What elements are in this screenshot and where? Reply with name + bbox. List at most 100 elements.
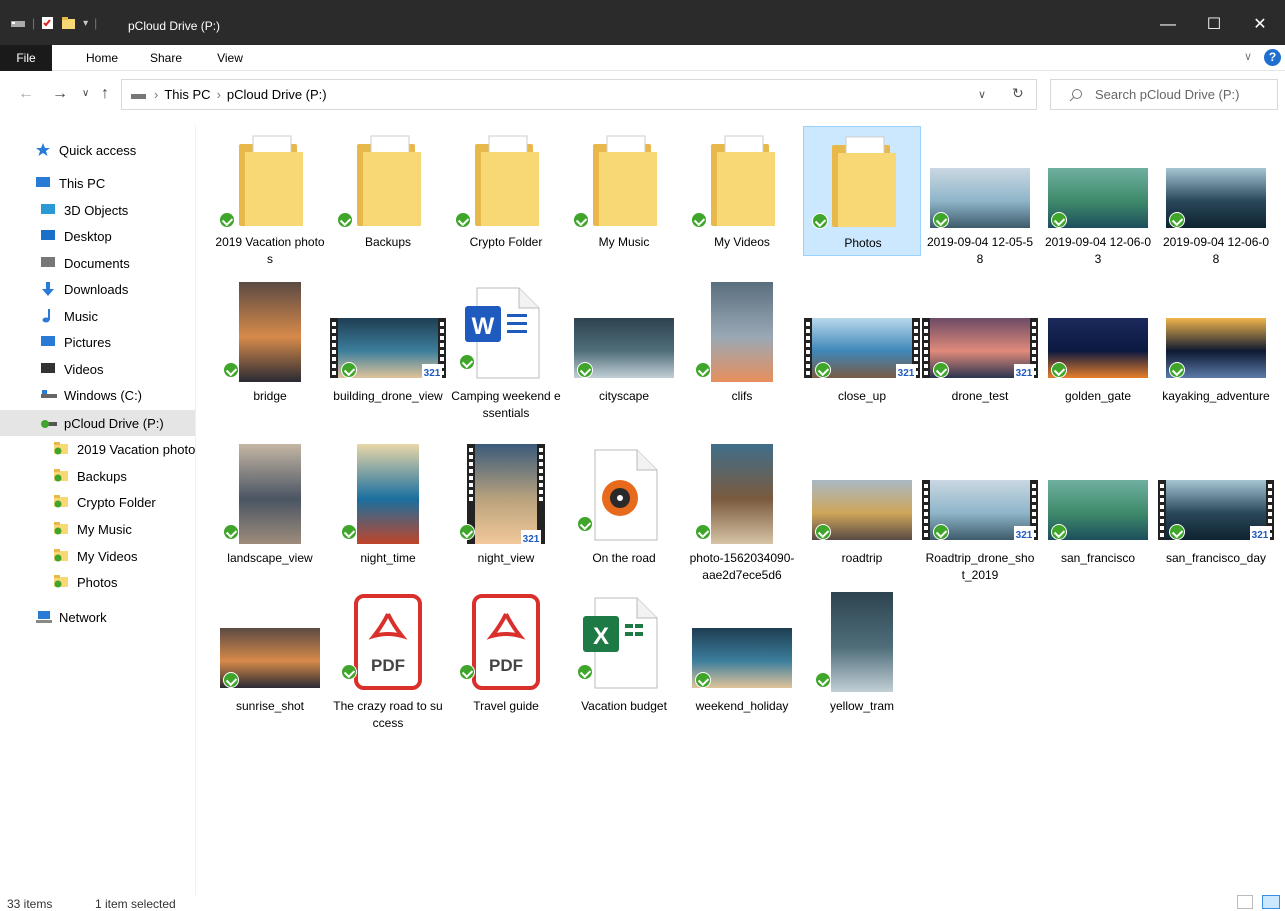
- file-item[interactable]: Photos: [803, 126, 921, 256]
- recent-locations-button[interactable]: ∨: [82, 88, 89, 99]
- file-item[interactable]: 321 Roadtrip_drone_shot_2019: [921, 438, 1039, 583]
- folder-icon: [53, 574, 71, 590]
- file-item[interactable]: kayaking_adventure: [1157, 276, 1275, 421]
- forward-button[interactable]: →: [52, 85, 68, 103]
- tab-view[interactable]: View: [204, 45, 256, 71]
- sync-status-icon: [459, 664, 475, 680]
- quick-access-toolbar: | ▾ |: [10, 16, 97, 30]
- file-item[interactable]: 321 building_drone_view: [329, 276, 447, 421]
- back-button[interactable]: ←: [18, 85, 34, 103]
- maximize-button[interactable]: ☐: [1191, 10, 1237, 40]
- file-name: My Videos: [714, 235, 770, 249]
- file-item[interactable]: 321 drone_test: [921, 276, 1039, 421]
- file-item[interactable]: Crypto Folder: [447, 126, 565, 256]
- file-item[interactable]: Backups: [329, 126, 447, 256]
- sidebar-item-windows-c[interactable]: Windows (C:): [0, 382, 195, 408]
- file-item[interactable]: 321 close_up: [803, 276, 921, 421]
- search-input[interactable]: Search pCloud Drive (P:): [1050, 79, 1278, 110]
- sidebar-item-backups[interactable]: Backups: [0, 463, 195, 489]
- file-item[interactable]: night_time: [329, 438, 447, 583]
- sync-status-icon: [815, 672, 831, 688]
- sidebar-item-videos[interactable]: Videos: [0, 356, 195, 382]
- svg-text:W: W: [472, 313, 495, 340]
- close-button[interactable]: ✕: [1237, 10, 1283, 40]
- title-bar: | ▾ | pCloud Drive (P:) — ☐ ✕: [0, 0, 1285, 45]
- music-note-icon: [40, 308, 58, 324]
- sync-status-icon: [1169, 212, 1185, 228]
- file-item[interactable]: X Vacation budget: [565, 586, 683, 731]
- file-item[interactable]: weekend_holiday: [683, 586, 801, 731]
- file-name: 2019-09-04 12-05-58: [926, 235, 1034, 266]
- help-icon[interactable]: ?: [1264, 49, 1281, 66]
- sidebar-item-downloads[interactable]: Downloads: [0, 276, 195, 302]
- file-item[interactable]: landscape_view: [211, 438, 329, 583]
- sidebar-item-desktop[interactable]: Desktop: [0, 223, 195, 249]
- file-item[interactable]: clifs: [683, 276, 801, 421]
- tab-share[interactable]: Share: [140, 45, 192, 71]
- sidebar-item-crypto-folder[interactable]: Crypto Folder: [0, 489, 195, 515]
- sync-status-icon: [1169, 524, 1185, 540]
- tab-file[interactable]: File: [0, 45, 52, 71]
- file-item[interactable]: On the road: [565, 438, 683, 583]
- customize-quick-access-icon[interactable]: ▾: [83, 18, 88, 29]
- sidebar-item-pcloud-drive-p[interactable]: pCloud Drive (P:): [0, 410, 195, 436]
- file-item[interactable]: 2019 Vacation photos: [211, 126, 329, 266]
- sync-status-icon: [577, 516, 593, 532]
- refresh-icon[interactable]: ↻: [1012, 85, 1024, 102]
- sidebar-item-pictures[interactable]: Pictures: [0, 329, 195, 355]
- large-icons-view-icon[interactable]: [1262, 895, 1280, 909]
- file-name: clifs: [731, 389, 753, 403]
- file-item[interactable]: PDF Travel guide: [447, 586, 565, 731]
- file-name: weekend_holiday: [695, 699, 789, 713]
- svg-text:321: 321: [424, 368, 441, 379]
- file-item[interactable]: PDF The crazy road to success: [329, 586, 447, 731]
- file-item[interactable]: 2019-09-04 12-06-08: [1157, 126, 1275, 266]
- sidebar-item-my-music[interactable]: My Music: [0, 516, 195, 542]
- breadcrumb-this-pc[interactable]: This PC: [164, 87, 210, 102]
- file-item[interactable]: 2019-09-04 12-06-03: [1039, 126, 1157, 266]
- file-item[interactable]: 321 san_francisco_day: [1157, 438, 1275, 583]
- sidebar-item-3d-objects[interactable]: 3D Objects: [0, 197, 195, 223]
- sidebar-item-photos[interactable]: Photos: [0, 569, 195, 595]
- breadcrumb-pcloud-drive[interactable]: pCloud Drive (P:): [227, 87, 327, 102]
- file-item[interactable]: sunrise_shot: [211, 586, 329, 731]
- address-dropdown-icon[interactable]: ∨: [978, 88, 986, 101]
- file-item[interactable]: yellow_tram: [803, 586, 921, 731]
- sidebar-item-quick-access[interactable]: Quick access: [0, 137, 195, 163]
- sidebar-item-my-videos[interactable]: My Videos: [0, 543, 195, 569]
- sidebar-item-music[interactable]: Music: [0, 303, 195, 329]
- ribbon-tabs: File Home Share View ∨ ?: [0, 45, 1285, 71]
- file-item[interactable]: My Music: [565, 126, 683, 256]
- new-folder-icon[interactable]: [61, 16, 77, 30]
- file-name: building_drone_view: [333, 389, 443, 403]
- sidebar-item-documents[interactable]: Documents: [0, 250, 195, 276]
- address-bar[interactable]: › This PC › pCloud Drive (P:) ∨ ↻: [121, 79, 1037, 110]
- star-icon: [35, 142, 53, 158]
- sidebar-item-network[interactable]: Network: [0, 604, 195, 630]
- file-item[interactable]: photo-1562034090-aae2d7ece5d6: [683, 438, 801, 583]
- tab-home[interactable]: Home: [76, 45, 128, 71]
- drive-icon: [131, 93, 146, 99]
- file-item[interactable]: 2019-09-04 12-05-58: [921, 126, 1039, 266]
- up-button[interactable]: ↑: [101, 85, 109, 103]
- file-name: close_up: [837, 389, 887, 403]
- file-name: The crazy road to success: [333, 699, 443, 730]
- file-item[interactable]: san_francisco: [1039, 438, 1157, 583]
- file-item[interactable]: W Camping weekend essentials: [447, 276, 565, 421]
- item-count: 33 items: [7, 897, 53, 911]
- sidebar-item-this-pc[interactable]: This PC: [0, 170, 195, 196]
- file-item[interactable]: 321 night_view: [447, 438, 565, 583]
- file-item[interactable]: cityscape: [565, 276, 683, 421]
- file-item[interactable]: golden_gate: [1039, 276, 1157, 421]
- file-item[interactable]: roadtrip: [803, 438, 921, 583]
- details-view-icon[interactable]: [1237, 895, 1253, 909]
- file-item[interactable]: bridge: [211, 276, 329, 421]
- properties-icon[interactable]: [41, 16, 55, 30]
- file-item[interactable]: My Videos: [683, 126, 801, 256]
- sidebar-item-2019-vacation-photos[interactable]: 2019 Vacation photos: [0, 436, 195, 462]
- minimize-button[interactable]: —: [1145, 10, 1191, 40]
- sync-status-icon: [219, 212, 235, 228]
- file-name: Vacation budget: [581, 699, 667, 713]
- expand-ribbon-icon[interactable]: ∨: [1244, 50, 1252, 63]
- file-name: san_francisco_day: [1165, 551, 1267, 565]
